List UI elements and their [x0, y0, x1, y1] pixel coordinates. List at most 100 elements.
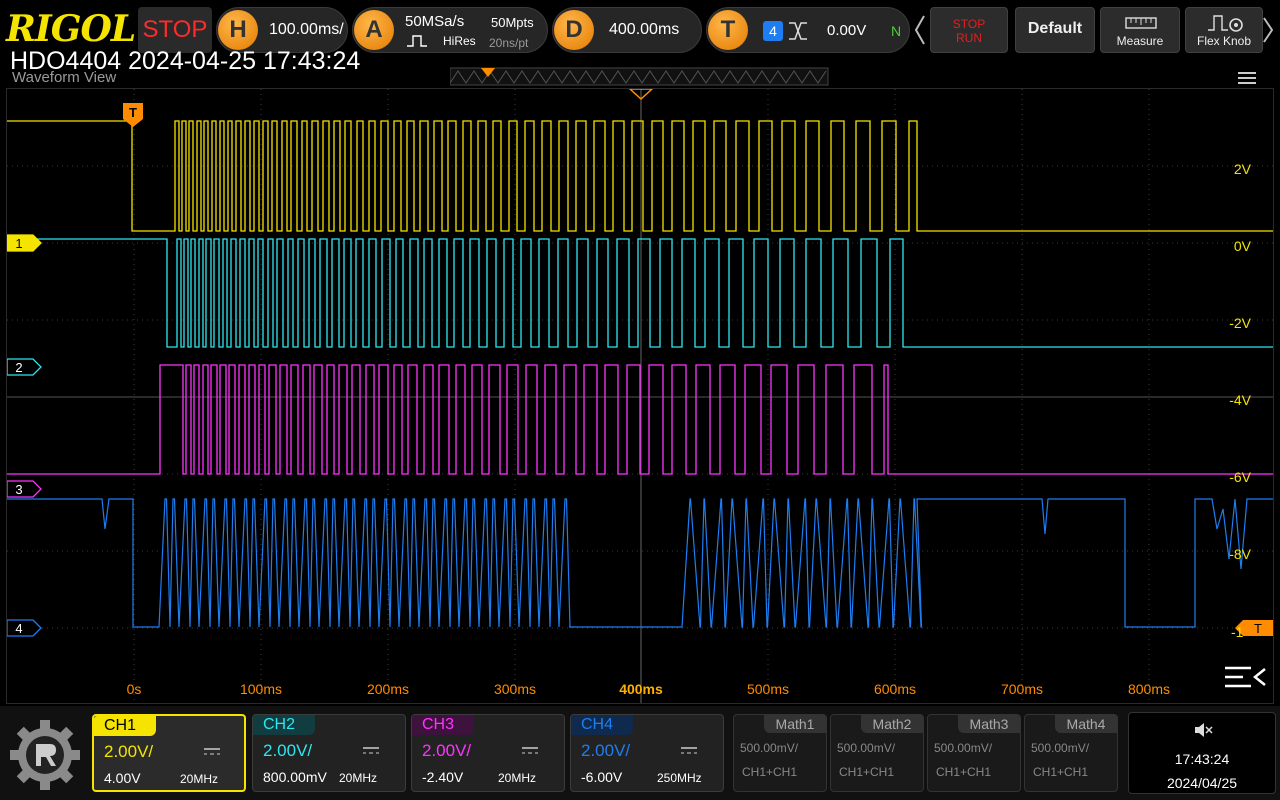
- ch3-scale: 2.00V/: [422, 741, 472, 760]
- ch1-dc-coupling-icon: [204, 748, 220, 755]
- ch1-offset: 4.00V: [104, 770, 141, 786]
- ch3-tab-label: CH3: [412, 715, 474, 735]
- math4-box[interactable]: Math4 500.00mV/ CH1+CH1: [1024, 714, 1118, 792]
- ch4-dc-coupling-icon: [681, 747, 697, 754]
- delay-panel[interactable]: D 400.00ms: [552, 7, 702, 53]
- trigger-source-badge: 4: [763, 21, 783, 41]
- ch1-offset-marker: [7, 234, 42, 252]
- volt-axis-label: -8V: [1229, 546, 1251, 562]
- trigger-key[interactable]: T: [708, 10, 748, 50]
- math4-source: CH1+CH1: [1033, 765, 1089, 779]
- math2-box[interactable]: Math2 500.00mV/ CH1+CH1: [830, 714, 924, 792]
- hires-acq-icon: [407, 35, 427, 47]
- stop-run-line2: RUN: [956, 31, 982, 45]
- horizontal-key[interactable]: H: [218, 10, 258, 50]
- math4-label: Math4: [1055, 715, 1117, 733]
- volt-axis-label: -4V: [1229, 392, 1251, 408]
- waveform-canvas: T 1 2 3 4 T 2V 0V -2V -4V -6V -8V -1 0s 100ms 200ms 300m…: [7, 89, 1273, 703]
- math1-label: Math1: [764, 715, 826, 733]
- clock-panel[interactable]: 17:43:24 2024/04/25: [1128, 712, 1276, 794]
- volt-axis-label: 0V: [1234, 238, 1252, 254]
- ch4-offset-marker: [7, 619, 42, 637]
- math1-box[interactable]: Math1 500.00mV/ CH1+CH1: [733, 714, 827, 792]
- time-axis-label: 0s: [127, 681, 142, 697]
- timebase-value: 100.00ms/: [269, 21, 344, 38]
- toolbar-scroll-left-icon[interactable]: [914, 14, 926, 46]
- math2-scale: 500.00mV/: [837, 741, 896, 755]
- flex-knob-icon: [1208, 15, 1243, 32]
- memory-position-bar[interactable]: [450, 67, 830, 87]
- ch4-offset: -6.00V: [581, 769, 623, 785]
- math3-source: CH1+CH1: [936, 765, 992, 779]
- stop-run-button[interactable]: STOP RUN: [930, 7, 1008, 53]
- waveform-view-title: Waveform View: [12, 69, 117, 86]
- ch1-offset-marker-label: 1: [15, 236, 22, 251]
- ch2-waveform: [7, 238, 1273, 348]
- ch1-settings-box[interactable]: CH1 2.00V/ 4.00V 20MHz: [92, 714, 246, 792]
- ch4-offset-marker-label: 4: [15, 621, 22, 636]
- sample-rate: 50MSa/s: [405, 13, 465, 30]
- math2-label: Math2: [861, 715, 923, 733]
- time-axis-label: 700ms: [1001, 681, 1043, 697]
- flex-knob-button[interactable]: Flex Knob: [1185, 7, 1263, 53]
- stop-run-line1: STOP: [952, 17, 986, 31]
- delay-key[interactable]: D: [554, 10, 594, 50]
- ch3-offset: -2.40V: [422, 769, 464, 785]
- speaker-muted-icon[interactable]: [1193, 721, 1213, 739]
- time-axis-label: 100ms: [240, 681, 282, 697]
- delay-value: 400.00ms: [609, 21, 680, 38]
- trigger-level-marker-label: T: [1254, 621, 1262, 636]
- volt-axis-label: 2V: [1234, 161, 1252, 177]
- ch4-scale: 2.00V/: [581, 741, 631, 760]
- ch1-scale: 2.00V/: [104, 742, 154, 761]
- ch4-bandwidth: 250MHz: [657, 771, 702, 785]
- ch3-waveform: [7, 364, 1273, 475]
- measure-label: Measure: [1116, 34, 1164, 48]
- ch3-dc-coupling-icon: [522, 747, 538, 754]
- time-axis-label: 500ms: [747, 681, 789, 697]
- volt-axis-label: -1: [1231, 624, 1244, 640]
- ch1-tab-label: CH1: [94, 716, 156, 736]
- hamburger-menu-icon[interactable]: [1236, 70, 1258, 86]
- ch3-settings-box[interactable]: CH3 2.00V/ -2.40V 20MHz: [411, 714, 565, 792]
- trigger-sweep-mode: N: [891, 23, 902, 39]
- collapse-panel-icon[interactable]: [1225, 666, 1266, 688]
- math1-scale: 500.00mV/: [740, 741, 799, 755]
- ch4-tab-label: CH4: [571, 715, 633, 735]
- waveform-display[interactable]: T 1 2 3 4 T 2V 0V -2V -4V -6V -8V -1 0s 100ms 200ms 300m…: [6, 88, 1274, 704]
- math3-box[interactable]: Math3 500.00mV/ CH1+CH1: [927, 714, 1021, 792]
- ch2-offset-marker-label: 2: [15, 360, 22, 375]
- volt-axis-label: -6V: [1229, 469, 1251, 485]
- toolbar-scroll-right-icon[interactable]: [1262, 16, 1274, 44]
- ch4-settings-box[interactable]: CH4 2.00V/ -6.00V 250MHz: [570, 714, 724, 792]
- trigger-panel[interactable]: T 4 0.00V N: [706, 7, 910, 53]
- math1-source: CH1+CH1: [742, 765, 798, 779]
- time-axis-label: 800ms: [1128, 681, 1170, 697]
- volt-axis-label: -2V: [1229, 315, 1251, 331]
- acquire-key[interactable]: A: [354, 10, 394, 50]
- trigger-level: 0.00V: [827, 22, 867, 39]
- ch2-tab-label: CH2: [253, 715, 315, 735]
- ch2-dc-coupling-icon: [363, 747, 379, 754]
- ch2-offset: 800.00mV: [263, 769, 327, 785]
- acquire-mode: HiRes: [443, 34, 476, 48]
- ch2-scale: 2.00V/: [263, 741, 313, 760]
- collapse-panel-icon-chevron: [1252, 668, 1266, 686]
- default-label: Default: [1027, 20, 1083, 37]
- time-axis-label: 400ms: [619, 681, 663, 697]
- default-button[interactable]: Default: [1015, 7, 1095, 53]
- trigger-time-marker-label: T: [129, 105, 137, 120]
- ch2-settings-box[interactable]: CH2 2.00V/ 800.00mV 20MHz: [252, 714, 406, 792]
- time-axis-label: 200ms: [367, 681, 409, 697]
- ch1-waveform: [7, 120, 1273, 232]
- math3-scale: 500.00mV/: [934, 741, 993, 755]
- clock-date: 2024/04/25: [1166, 775, 1238, 791]
- ch4-waveform: [7, 498, 1273, 628]
- clock-time: 17:43:24: [1174, 751, 1230, 767]
- measure-button[interactable]: Measure: [1100, 7, 1180, 53]
- time-axis-label: 600ms: [874, 681, 916, 697]
- rigol-home-gear-icon[interactable]: [6, 716, 84, 794]
- ch3-bandwidth: 20MHz: [498, 771, 537, 785]
- ch3-offset-marker: [7, 480, 42, 498]
- acquire-panel[interactable]: A 50MSa/s 50Mpts HiRes 20ns/pt: [352, 7, 548, 53]
